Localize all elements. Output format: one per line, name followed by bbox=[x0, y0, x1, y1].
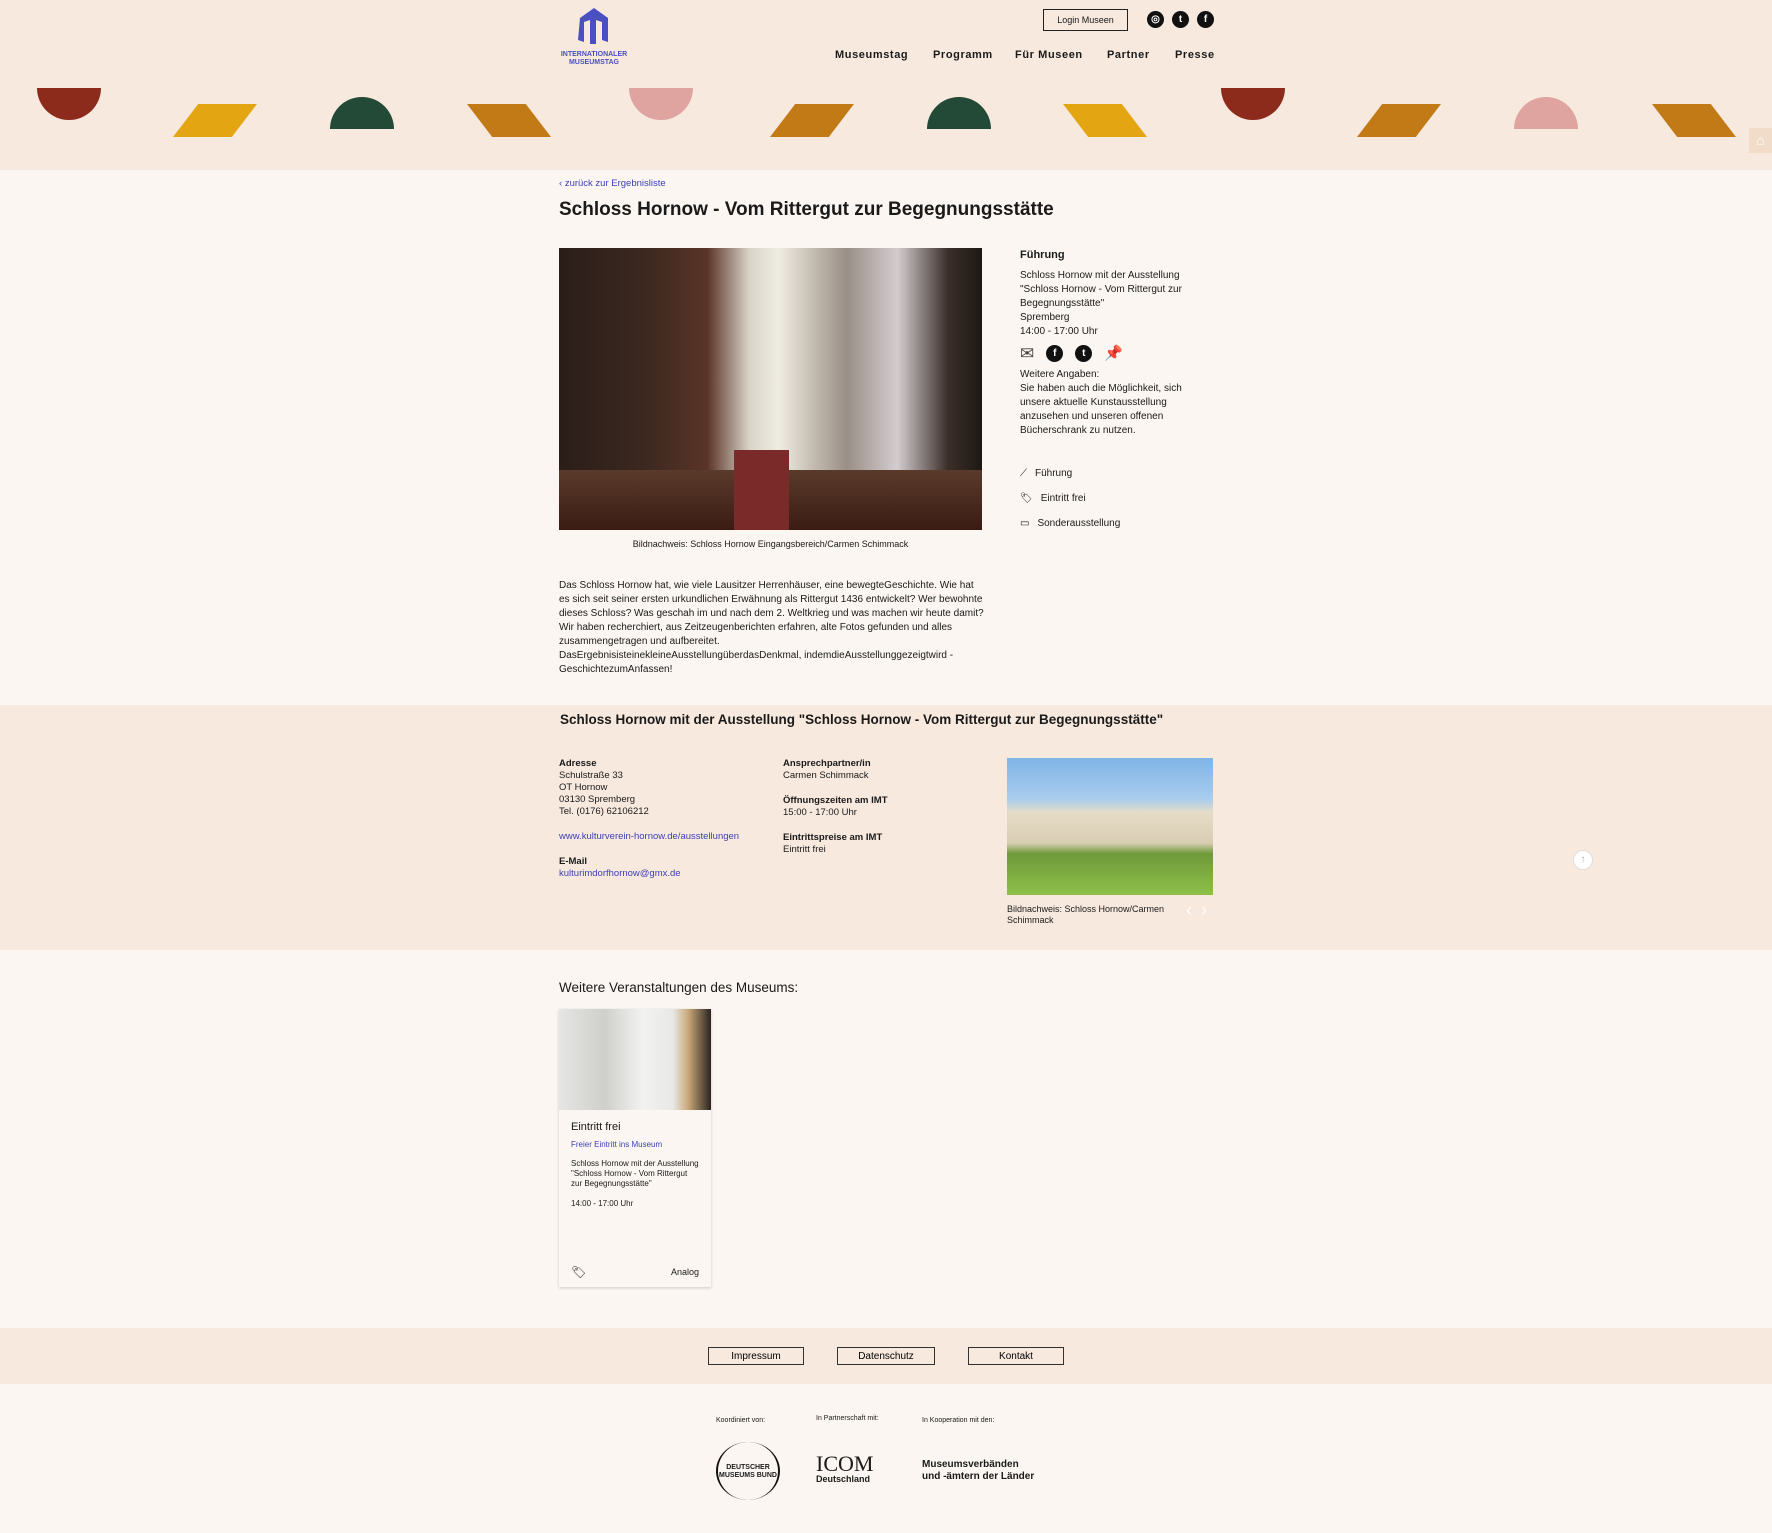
museum-photo bbox=[1007, 758, 1213, 895]
guide-icon: ⟋ bbox=[1020, 468, 1027, 479]
contact-name: Carmen Schimmack bbox=[783, 770, 869, 781]
email-link[interactable]: kulturimdorfhornow@gmx.de bbox=[559, 868, 739, 880]
museum-photo-caption: Bildnachweis: Schloss Hornow/Carmen Schi… bbox=[1007, 904, 1165, 925]
twitter-share-icon[interactable]: t bbox=[1075, 345, 1093, 362]
address-label: Adresse bbox=[559, 758, 597, 769]
facebook-icon[interactable]: f bbox=[1197, 11, 1214, 28]
museumsverbaende-logo[interactable]: Museumsverbänden und -ämtern der Länder bbox=[922, 1459, 1034, 1483]
price-label: Eintrittspreise am IMT bbox=[783, 832, 883, 843]
tag-sonderausstellung: ▭ Sonderausstellung bbox=[1020, 518, 1120, 529]
dmb-logo[interactable]: DEUTSCHER MUSEUMS BUND bbox=[716, 1442, 780, 1500]
more-info-text: Sie haben auch die Möglichkeit, sich uns… bbox=[1020, 383, 1182, 436]
mv-line: und -ämtern der Länder bbox=[922, 1471, 1035, 1482]
price-tag-icon: 🏷 bbox=[1020, 493, 1033, 504]
cooperation-label: In Kooperation mit den: bbox=[922, 1417, 995, 1424]
image-icon: ▭ bbox=[1020, 518, 1030, 529]
nav-partner[interactable]: Partner bbox=[1107, 49, 1150, 61]
price: Eintritt frei bbox=[783, 844, 826, 855]
icom-logo-sub: Deutschland bbox=[816, 1474, 871, 1484]
page-title: Schloss Hornow - Vom Rittergut zur Begeg… bbox=[559, 199, 1054, 220]
home-icon[interactable]: ⌂ bbox=[1749, 128, 1772, 153]
museum-name: Schloss Hornow mit der Ausstellung "Schl… bbox=[560, 712, 1164, 727]
coordinated-label: Koordiniert von: bbox=[716, 1417, 766, 1424]
card-venue: Schloss Hornow mit der Ausstellung "Schl… bbox=[571, 1159, 699, 1188]
hours: 15:00 - 17:00 Uhr bbox=[783, 807, 857, 818]
event-time: 14:00 - 17:00 Uhr bbox=[1020, 326, 1098, 337]
tag-fuehrung: ⟋ Führung bbox=[1020, 468, 1072, 479]
icom-logo-text: ICOM bbox=[816, 1451, 874, 1476]
contact-label: Ansprechpartner/in bbox=[783, 758, 871, 769]
logo-text-2: MUSEUMSTAG bbox=[568, 59, 620, 66]
address-line: Schulstraße 33 bbox=[559, 770, 623, 781]
hours-label: Öffnungszeiten am IMT bbox=[783, 795, 888, 806]
phone: Tel. (0176) 62106212 bbox=[559, 806, 649, 817]
tag-label: Führung bbox=[1035, 468, 1073, 479]
twitter-icon[interactable]: t bbox=[1172, 11, 1189, 28]
event-card[interactable]: Eintritt frei Freier Eintritt ins Museum… bbox=[559, 1009, 711, 1287]
dmb-logo-text: DEUTSCHER MUSEUMS BUND bbox=[719, 1464, 777, 1479]
address-line: 03130 Spremberg bbox=[559, 794, 636, 805]
logo-icon bbox=[578, 8, 608, 44]
pin-icon[interactable]: 📌 bbox=[1104, 346, 1123, 361]
instagram-icon[interactable]: ◎ bbox=[1147, 11, 1164, 28]
tag-eintritt-frei: 🏷 Eintritt frei bbox=[1020, 493, 1086, 504]
event-type: Führung bbox=[1020, 249, 1065, 261]
login-museen-button[interactable]: Login Museen bbox=[1043, 9, 1128, 31]
tag-label: Sonderausstellung bbox=[1037, 518, 1121, 529]
kontakt-button[interactable]: Kontakt bbox=[968, 1347, 1064, 1365]
event-photo bbox=[559, 248, 982, 530]
back-link[interactable]: ‹ zurück zur Ergebnisliste bbox=[559, 178, 666, 189]
mail-icon[interactable]: ✉ bbox=[1020, 345, 1034, 362]
header-band bbox=[0, 0, 1772, 170]
nav-programm[interactable]: Programm bbox=[933, 49, 993, 61]
address-block: Adresse Schulstraße 33 OT Hornow 03130 S… bbox=[559, 758, 739, 880]
email-label: E-Mail bbox=[559, 856, 587, 867]
share-row: ✉ f t 📌 bbox=[1020, 345, 1195, 362]
contact-block: Ansprechpartner/in Carmen Schimmack Öffn… bbox=[783, 758, 888, 856]
scroll-top-icon[interactable]: ↑ bbox=[1573, 850, 1593, 870]
impressum-button[interactable]: Impressum bbox=[708, 1347, 804, 1365]
datenschutz-button[interactable]: Datenschutz bbox=[837, 1347, 935, 1365]
logo-text: INTERNATIONALER bbox=[560, 51, 628, 58]
venue: Begegnungsstätte" bbox=[1020, 298, 1105, 309]
website-link[interactable]: www.kulturverein-hornow.de/ausstellungen bbox=[559, 831, 739, 843]
card-format: Analog bbox=[670, 1267, 699, 1277]
next-image-button[interactable]: › bbox=[1201, 900, 1207, 921]
event-sidebar: Führung Schloss Hornow mit der Ausstellu… bbox=[1020, 248, 1195, 438]
address-line: OT Hornow bbox=[559, 782, 608, 793]
price-tag-icon: 🏷 bbox=[571, 1265, 587, 1279]
venue: "Schloss Hornow - Vom Rittergut zur bbox=[1020, 284, 1182, 295]
venue: Schloss Hornow mit der Ausstellung bbox=[1020, 270, 1180, 281]
nav-presse[interactable]: Presse bbox=[1175, 49, 1215, 61]
more-events-heading: Weitere Veranstaltungen des Museums: bbox=[559, 980, 799, 995]
prev-image-button[interactable]: ‹ bbox=[1186, 900, 1192, 921]
nav-museumstag[interactable]: Museumstag bbox=[835, 49, 908, 61]
image-caption: Bildnachweis: Schloss Hornow Eingangsber… bbox=[632, 539, 909, 549]
icom-logo[interactable]: ICOM Deutschland bbox=[816, 1451, 874, 1485]
event-description: Das Schloss Hornow hat, wie viele Lausit… bbox=[559, 579, 984, 677]
more-info-label: Weitere Angaben: bbox=[1020, 369, 1100, 380]
facebook-share-icon[interactable]: f bbox=[1046, 345, 1064, 362]
mv-line: Museumsverbänden bbox=[922, 1459, 1019, 1470]
description-paragraph: Das Schloss Hornow hat, wie viele Lausit… bbox=[559, 580, 984, 647]
city: Spremberg bbox=[1020, 312, 1070, 323]
card-title: Eintritt frei bbox=[571, 1121, 621, 1133]
event-card-photo bbox=[559, 1009, 711, 1110]
nav-fuer-museen[interactable]: Für Museen bbox=[1015, 49, 1083, 61]
back-link-label: zurück zur Ergebnisliste bbox=[564, 178, 666, 189]
card-subtitle[interactable]: Freier Eintritt ins Museum bbox=[571, 1140, 699, 1150]
partnership-label: In Partnerschaft mit: bbox=[816, 1415, 879, 1422]
tag-label: Eintritt frei bbox=[1040, 493, 1086, 504]
description-paragraph: DasErgebnisisteinekleineAusstellungüberd… bbox=[559, 650, 954, 675]
logo[interactable]: INTERNATIONALER MUSEUMSTAG bbox=[558, 6, 630, 67]
card-time: 14:00 - 17:00 Uhr bbox=[571, 1199, 634, 1208]
